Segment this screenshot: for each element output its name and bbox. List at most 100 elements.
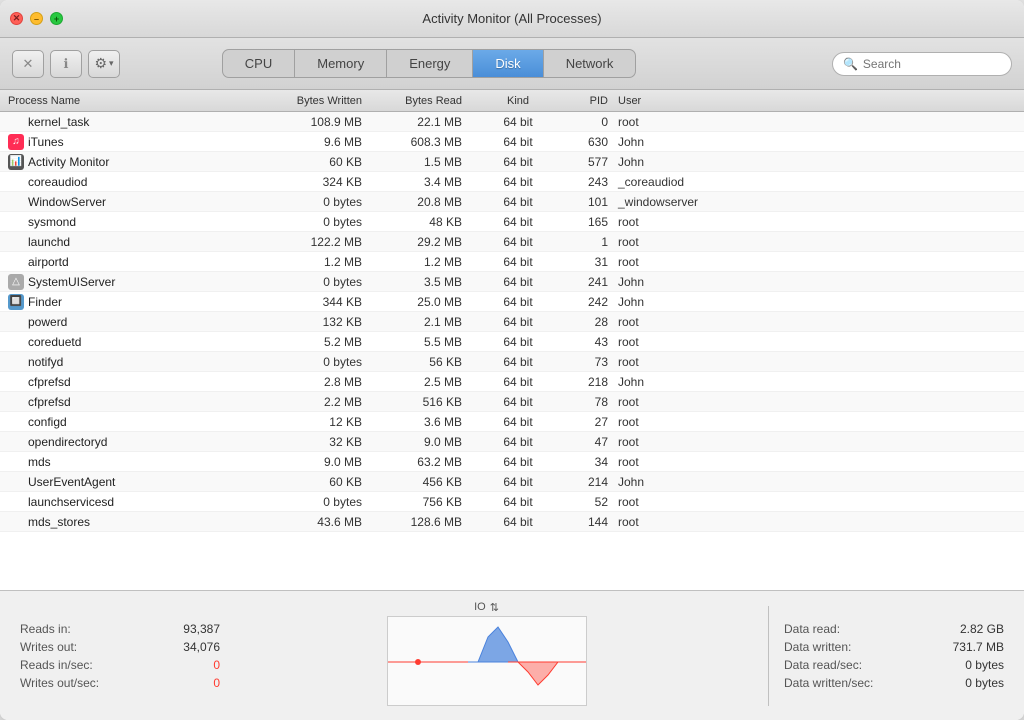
data-written-label: Data written: xyxy=(784,640,851,654)
bottom-panel: Reads in: 93,387 Writes out: 34,076 Read… xyxy=(0,590,1024,720)
table-row[interactable]: cfprefsd 2.2 MB 516 KB 64 bit 78 root xyxy=(0,392,1024,412)
process-name: UserEventAgent xyxy=(8,474,268,490)
process-user: root xyxy=(618,235,738,249)
process-icon: ♫ xyxy=(8,134,24,150)
maximize-button[interactable]: + xyxy=(50,12,63,25)
process-bytes-written: 0 bytes xyxy=(268,195,378,209)
tab-disk[interactable]: Disk xyxy=(473,50,543,77)
process-user: John xyxy=(618,475,738,489)
close-process-button[interactable]: ✕ xyxy=(12,50,44,78)
process-kind: 64 bit xyxy=(478,375,558,389)
table-row[interactable]: coreaudiod 324 KB 3.4 MB 64 bit 243 _cor… xyxy=(0,172,1024,192)
process-bytes-read: 5.5 MB xyxy=(378,335,478,349)
tab-energy[interactable]: Energy xyxy=(387,50,473,77)
reads-in-value: 93,387 xyxy=(183,622,220,636)
process-bytes-read: 48 KB xyxy=(378,215,478,229)
process-pid: 214 xyxy=(558,475,618,489)
activity-monitor-window: ✕ – + Activity Monitor (All Processes) ✕… xyxy=(0,0,1024,720)
search-box[interactable]: 🔍 xyxy=(832,52,1012,76)
process-name: mds xyxy=(8,454,268,470)
table-row[interactable]: ♫ iTunes 9.6 MB 608.3 MB 64 bit 630 John xyxy=(0,132,1024,152)
process-bytes-read: 9.0 MB xyxy=(378,435,478,449)
data-written-sec-value: 0 bytes xyxy=(965,676,1004,690)
process-pid: 34 xyxy=(558,455,618,469)
col-header-bytes-read[interactable]: Bytes Read xyxy=(378,95,478,107)
table-row[interactable]: airportd 1.2 MB 1.2 MB 64 bit 31 root xyxy=(0,252,1024,272)
process-bytes-written: 60 KB xyxy=(268,475,378,489)
table-row[interactable]: mds 9.0 MB 63.2 MB 64 bit 34 root xyxy=(0,452,1024,472)
process-list[interactable]: kernel_task 108.9 MB 22.1 MB 64 bit 0 ro… xyxy=(0,112,1024,590)
process-bytes-written: 344 KB xyxy=(268,295,378,309)
info-button[interactable]: ℹ xyxy=(50,50,82,78)
table-row[interactable]: mds_stores 43.6 MB 128.6 MB 64 bit 144 r… xyxy=(0,512,1024,532)
table-row[interactable]: UserEventAgent 60 KB 456 KB 64 bit 214 J… xyxy=(0,472,1024,492)
data-read-value: 2.82 GB xyxy=(960,622,1004,636)
process-pid: 101 xyxy=(558,195,618,209)
process-user: John xyxy=(618,375,738,389)
table-row[interactable]: notifyd 0 bytes 56 KB 64 bit 73 root xyxy=(0,352,1024,372)
process-bytes-read: 22.1 MB xyxy=(378,115,478,129)
process-user: John xyxy=(618,295,738,309)
process-icon xyxy=(8,434,24,450)
process-user: root xyxy=(618,255,738,269)
tab-network[interactable]: Network xyxy=(544,50,636,77)
table-row[interactable]: configd 12 KB 3.6 MB 64 bit 27 root xyxy=(0,412,1024,432)
tab-memory[interactable]: Memory xyxy=(295,50,387,77)
panel-divider xyxy=(768,606,769,706)
table-row[interactable]: kernel_task 108.9 MB 22.1 MB 64 bit 0 ro… xyxy=(0,112,1024,132)
tab-cpu[interactable]: CPU xyxy=(223,50,295,77)
process-name: sysmond xyxy=(8,214,268,230)
process-bytes-read: 3.5 MB xyxy=(378,275,478,289)
data-written-sec-label: Data written/sec: xyxy=(784,676,873,690)
process-kind: 64 bit xyxy=(478,255,558,269)
process-user: _windowserver xyxy=(618,195,738,209)
col-header-pid[interactable]: PID xyxy=(558,95,618,107)
toolbar: ✕ ℹ ⚙ ▾ CPU Memory Energy Disk Network 🔍 xyxy=(0,38,1024,90)
process-name: 📊 Activity Monitor xyxy=(8,154,268,170)
process-kind: 64 bit xyxy=(478,495,558,509)
search-input[interactable] xyxy=(863,57,1001,71)
process-icon: 🔲 xyxy=(8,294,24,310)
process-pid: 52 xyxy=(558,495,618,509)
table-row[interactable]: powerd 132 KB 2.1 MB 64 bit 28 root xyxy=(0,312,1024,332)
gear-dropdown-button[interactable]: ⚙ ▾ xyxy=(88,50,120,78)
col-header-process-name[interactable]: Process Name xyxy=(8,95,268,107)
col-header-bytes-written[interactable]: Bytes Written xyxy=(268,95,378,107)
reads-in-sec-value: 0 xyxy=(213,658,220,672)
process-pid: 630 xyxy=(558,135,618,149)
process-name: notifyd xyxy=(8,354,268,370)
table-row[interactable]: △ SystemUIServer 0 bytes 3.5 MB 64 bit 2… xyxy=(0,272,1024,292)
table-row[interactable]: 🔲 Finder 344 KB 25.0 MB 64 bit 242 John xyxy=(0,292,1024,312)
table-row[interactable]: sysmond 0 bytes 48 KB 64 bit 165 root xyxy=(0,212,1024,232)
table-row[interactable]: opendirectoryd 32 KB 9.0 MB 64 bit 47 ro… xyxy=(0,432,1024,452)
table-row[interactable]: launchd 122.2 MB 29.2 MB 64 bit 1 root xyxy=(0,232,1024,252)
writes-out-label: Writes out: xyxy=(20,640,77,654)
process-bytes-read: 3.4 MB xyxy=(378,175,478,189)
table-row[interactable]: WindowServer 0 bytes 20.8 MB 64 bit 101 … xyxy=(0,192,1024,212)
col-header-user[interactable]: User xyxy=(618,95,738,107)
process-user: root xyxy=(618,395,738,409)
process-bytes-read: 1.5 MB xyxy=(378,155,478,169)
process-icon xyxy=(8,114,24,130)
process-icon xyxy=(8,454,24,470)
process-user: John xyxy=(618,155,738,169)
table-row[interactable]: launchservicesd 0 bytes 756 KB 64 bit 52… xyxy=(0,492,1024,512)
close-button[interactable]: ✕ xyxy=(10,12,23,25)
minimize-button[interactable]: – xyxy=(30,12,43,25)
process-name: ♫ iTunes xyxy=(8,134,268,150)
process-bytes-read: 608.3 MB xyxy=(378,135,478,149)
process-user: root xyxy=(618,335,738,349)
process-icon xyxy=(8,334,24,350)
table-row[interactable]: cfprefsd 2.8 MB 2.5 MB 64 bit 218 John xyxy=(0,372,1024,392)
col-header-kind[interactable]: Kind xyxy=(478,95,558,107)
process-name: launchservicesd xyxy=(8,494,268,510)
process-bytes-written: 108.9 MB xyxy=(268,115,378,129)
table-row[interactable]: coreduetd 5.2 MB 5.5 MB 64 bit 43 root xyxy=(0,332,1024,352)
io-sort-icon[interactable]: ⇅ xyxy=(490,601,499,614)
process-name: 🔲 Finder xyxy=(8,294,268,310)
writes-out-sec-value: 0 xyxy=(213,676,220,690)
process-bytes-written: 324 KB xyxy=(268,175,378,189)
table-row[interactable]: 📊 Activity Monitor 60 KB 1.5 MB 64 bit 5… xyxy=(0,152,1024,172)
process-bytes-read: 516 KB xyxy=(378,395,478,409)
process-user: root xyxy=(618,315,738,329)
